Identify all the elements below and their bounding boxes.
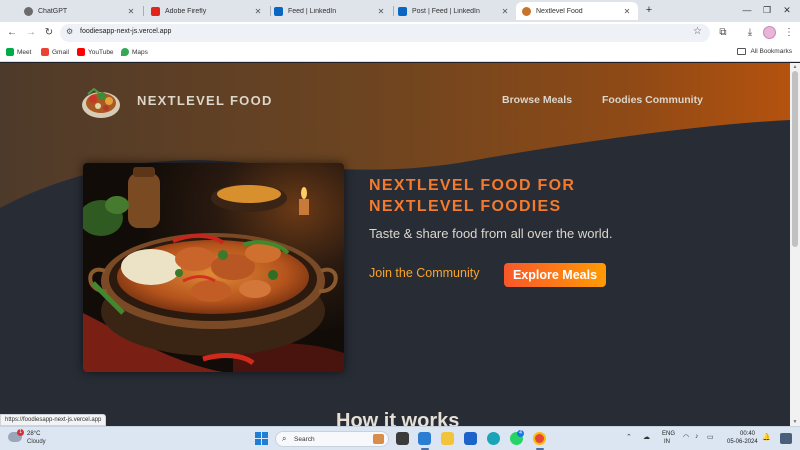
- taskbar-search[interactable]: ⌕ Search: [275, 431, 389, 447]
- tab-title: Feed | LinkedIn: [288, 7, 337, 15]
- file-explorer-icon[interactable]: [441, 432, 454, 445]
- weather-description[interactable]: Cloudy: [27, 439, 46, 445]
- hero-tagline: Taste & share food from all over the wor…: [369, 226, 613, 241]
- chatgpt-icon: [24, 6, 33, 16]
- back-arrow-icon[interactable]: ←: [5, 26, 19, 40]
- headline-line-1: NEXTLEVEL FOOD FOR: [369, 177, 576, 194]
- join-community-link[interactable]: Join the Community: [369, 266, 479, 280]
- vscode-icon[interactable]: [418, 432, 431, 445]
- search-label: Search: [294, 436, 315, 443]
- minimize-icon[interactable]: —: [738, 3, 756, 17]
- all-bookmarks-label: All Bookmarks: [750, 48, 792, 55]
- tab-linkedin-post[interactable]: Post | Feed | LinkedIn ✕: [392, 2, 516, 20]
- adobe-firefly-icon: [151, 6, 160, 16]
- close-icon[interactable]: ✕: [500, 7, 510, 16]
- brand-logo[interactable]: [80, 81, 122, 121]
- extensions-icon[interactable]: ⧉: [716, 26, 730, 40]
- reload-icon[interactable]: ↻: [42, 26, 56, 40]
- scrollbar-thumb[interactable]: [792, 71, 798, 247]
- bookmark-star-icon[interactable]: ☆: [693, 26, 702, 37]
- copilot-icon[interactable]: [780, 433, 792, 444]
- restore-icon[interactable]: ❐: [758, 3, 776, 17]
- close-icon[interactable]: ✕: [376, 7, 386, 16]
- weather-temperature[interactable]: 28°C: [27, 431, 40, 437]
- browser-tab-strip: ChatGPT ✕ Adobe Firefly ✕ Feed | LinkedI…: [0, 0, 800, 22]
- bookmark-youtube[interactable]: YouTube: [77, 48, 114, 56]
- tab-nextlevel-food[interactable]: Nextlevel Food ✕: [516, 2, 638, 20]
- cloud-tray-icon[interactable]: ☁: [643, 433, 650, 441]
- food-favicon: [522, 6, 531, 16]
- tab-chatgpt[interactable]: ChatGPT ✕: [18, 2, 142, 20]
- gmail-icon: [41, 48, 49, 56]
- hero-food-image: [83, 163, 344, 372]
- chrome-icon[interactable]: [533, 432, 546, 445]
- link-status-url: https://foodiesapp-next-js.vercel.app: [0, 414, 107, 426]
- store-icon[interactable]: [464, 432, 477, 445]
- window-close-icon[interactable]: ✕: [778, 3, 796, 17]
- tab-title: Nextlevel Food: [536, 7, 583, 15]
- headline-line-2: NEXTLEVEL FOODIES: [369, 198, 562, 215]
- google-maps-icon: [121, 48, 129, 56]
- tab-title: ChatGPT: [38, 7, 68, 15]
- all-bookmarks-button[interactable]: All Bookmarks: [737, 48, 792, 55]
- bookmark-gmail[interactable]: Gmail: [41, 48, 69, 56]
- url-text[interactable]: foodiesapp-next-js.vercel.app: [80, 28, 171, 35]
- bookmark-label: Gmail: [52, 48, 69, 56]
- linkedin-icon: [398, 6, 407, 16]
- windows-taskbar: 1 28°C Cloudy ⌕ Search 4 ⌃ ☁ ENG IN ◠ ♪ …: [0, 426, 800, 450]
- scroll-up-icon[interactable]: ▲: [790, 63, 800, 71]
- how-it-works-heading: How it works: [336, 410, 460, 426]
- bookmark-label: Meet: [17, 48, 32, 56]
- brand-name[interactable]: NEXTLEVEL FOOD: [137, 93, 273, 108]
- close-icon[interactable]: ✕: [622, 7, 632, 16]
- nav-foodies-community[interactable]: Foodies Community: [602, 94, 703, 106]
- speaker-icon[interactable]: ♪: [695, 433, 699, 440]
- tab-linkedin-feed[interactable]: Feed | LinkedIn ✕: [268, 2, 392, 20]
- battery-icon[interactable]: ▭: [707, 433, 714, 441]
- menu-kebab-icon[interactable]: ⋮: [782, 26, 796, 40]
- nav-browse-meals[interactable]: Browse Meals: [502, 94, 572, 106]
- site-settings-icon[interactable]: ⚙: [66, 27, 73, 36]
- tab-title: Adobe Firefly: [165, 7, 207, 15]
- bookmark-label: YouTube: [88, 48, 114, 56]
- new-tab-button[interactable]: +: [642, 4, 656, 18]
- google-meet-icon: [6, 48, 14, 56]
- bookmark-label: Maps: [132, 48, 148, 56]
- tab-title: Post | Feed | LinkedIn: [412, 7, 480, 15]
- bookmarks-bar: Meet Gmail YouTube Maps All Bookmarks: [0, 44, 800, 62]
- bookmark-meet[interactable]: Meet: [6, 48, 31, 56]
- close-icon[interactable]: ✕: [126, 7, 136, 16]
- region-code[interactable]: IN: [664, 439, 670, 445]
- wifi-icon[interactable]: ◠: [683, 433, 689, 441]
- linkedin-icon: [274, 6, 283, 16]
- profile-avatar[interactable]: [763, 26, 776, 39]
- language-code[interactable]: ENG: [662, 431, 675, 437]
- page-viewport: NEXTLEVEL FOOD Browse Meals Foodies Comm…: [0, 63, 790, 426]
- clock-date[interactable]: 05-06-2024: [727, 439, 758, 445]
- youtube-icon: [77, 48, 85, 56]
- task-view-icon[interactable]: [396, 432, 409, 445]
- address-bar[interactable]: ⚙ foodiesapp-next-js.vercel.app ☆: [60, 24, 710, 42]
- chevron-up-icon[interactable]: ⌃: [626, 433, 632, 441]
- download-icon[interactable]: ⤓: [743, 26, 757, 40]
- whatsapp-badge: 4: [517, 430, 524, 437]
- close-icon[interactable]: ✕: [253, 7, 263, 16]
- browser-toolbar: ← → ↻ ⚙ foodiesapp-next-js.vercel.app ☆ …: [0, 22, 800, 44]
- bookmark-maps[interactable]: Maps: [121, 48, 148, 56]
- search-highlight-icon: [373, 434, 384, 444]
- scroll-down-icon[interactable]: ▼: [790, 418, 800, 426]
- windows-start-icon[interactable]: [255, 432, 268, 445]
- clock-time[interactable]: 00:40: [740, 431, 755, 437]
- tab-divider: [143, 6, 144, 16]
- explore-meals-button[interactable]: Explore Meals: [504, 263, 606, 287]
- hero-headline: NEXTLEVEL FOOD FOR NEXTLEVEL FOODIES: [369, 175, 575, 217]
- page-scrollbar[interactable]: ▲ ▼: [790, 63, 800, 426]
- folder-icon: [737, 48, 747, 55]
- edge-icon[interactable]: [487, 432, 500, 445]
- forward-arrow-icon[interactable]: →: [24, 26, 38, 40]
- bell-icon[interactable]: 🔔: [762, 433, 771, 441]
- weather-notification-badge: 1: [17, 429, 24, 436]
- search-icon: ⌕: [282, 434, 287, 443]
- tab-adobe-firefly[interactable]: Adobe Firefly ✕: [145, 2, 269, 20]
